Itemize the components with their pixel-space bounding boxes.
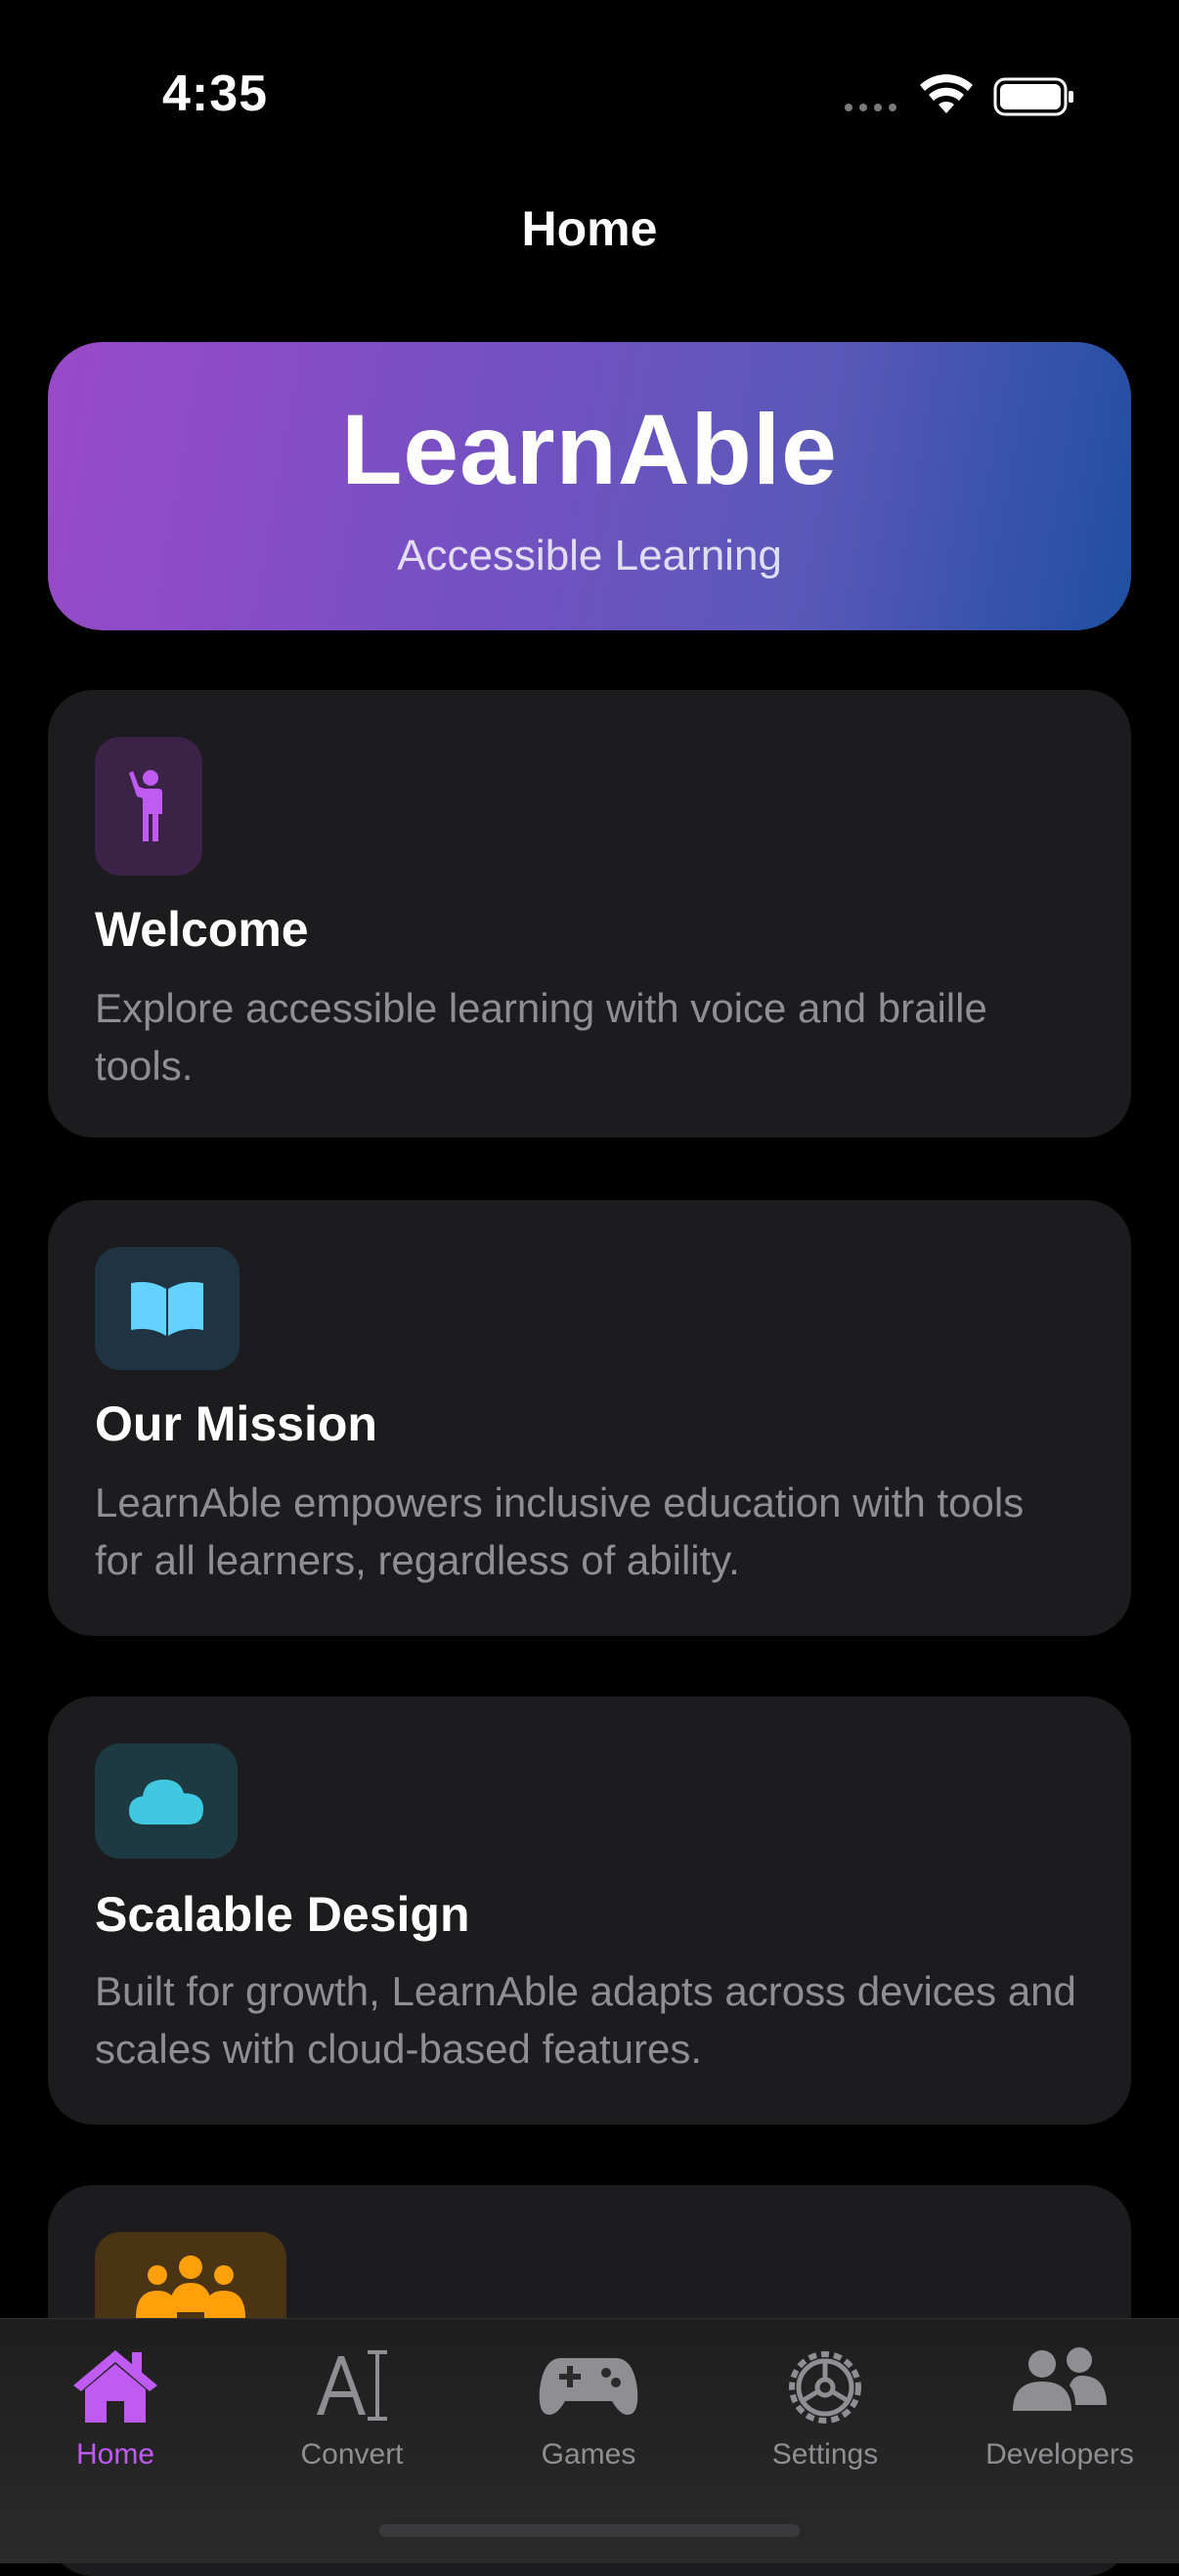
card-description: LearnAble empowers inclusive education w… [95, 1480, 1025, 1583]
cloud-icon [95, 1743, 238, 1859]
card-description: Built for growth, LearnAble adapts acros… [95, 1968, 1076, 2072]
home-indicator[interactable] [379, 2524, 800, 2537]
status-bar: 4:35 [0, 0, 1179, 195]
battery-icon [993, 77, 1073, 116]
tab-games[interactable]: Games [491, 2337, 686, 2483]
gamecontroller-icon [539, 2358, 638, 2415]
page-title: Home [521, 201, 658, 256]
card-title: Scalable Design [95, 1887, 470, 1942]
scalable-design-card[interactable]: Scalable Design Built for growth, LearnA… [48, 1696, 1131, 2125]
tab-label: Convert [300, 2438, 404, 2470]
tab-home[interactable]: Home [18, 2337, 213, 2483]
card-description: Explore accessible learning with voice a… [95, 985, 987, 1089]
cellular-signal-icon [845, 104, 896, 111]
person-waving-icon [95, 737, 202, 876]
tab-label: Home [75, 2438, 155, 2470]
mission-card[interactable]: Our Mission LearnAble empowers inclusive… [48, 1200, 1131, 1636]
card-title: Welcome [95, 902, 309, 957]
card-title: Our Mission [95, 1396, 377, 1451]
open-book-icon [95, 1247, 240, 1370]
app-subtitle: Accessible Learning [397, 532, 782, 580]
tab-label: Settings [771, 2438, 879, 2470]
hero-banner: LearnAble Accessible Learning [48, 342, 1131, 630]
gear-icon [789, 2351, 861, 2424]
house-icon [73, 2350, 157, 2423]
tab-settings[interactable]: Settings [727, 2337, 923, 2483]
wifi-icon [920, 74, 973, 113]
tab-label: Games [541, 2438, 636, 2470]
tab-label: Developers [985, 2438, 1134, 2470]
tab-convert[interactable]: Convert [254, 2337, 450, 2483]
welcome-card[interactable]: Welcome Explore accessible learning with… [48, 690, 1131, 1138]
tab-developers[interactable]: Developers [962, 2337, 1157, 2483]
status-time: 4:35 [162, 65, 269, 122]
app-title: LearnAble [341, 394, 838, 505]
text-cursor-icon [317, 2350, 387, 2421]
people-icon [1013, 2347, 1107, 2411]
